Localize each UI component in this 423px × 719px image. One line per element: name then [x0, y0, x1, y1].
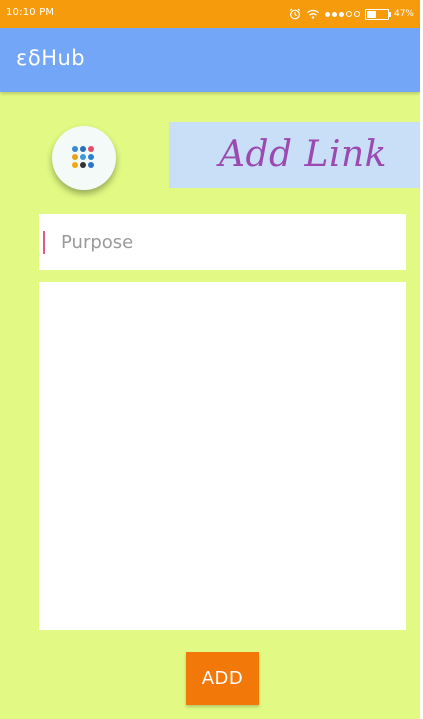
grid-dot [80, 146, 86, 152]
app-bar: εδHub [0, 28, 420, 92]
grid-dot [72, 146, 78, 152]
grid-dot [72, 154, 78, 160]
battery-percent: 47% [393, 9, 414, 19]
header-card: Add Link [169, 122, 420, 188]
status-bar: 10:10 PM 47% [0, 0, 420, 28]
menu-grid-button[interactable] [52, 126, 116, 190]
grid-dot [88, 146, 94, 152]
add-button[interactable]: ADD [186, 652, 259, 705]
page-title: Add Link [219, 134, 387, 175]
alarm-icon [289, 5, 301, 24]
battery-icon [364, 8, 391, 20]
grid-dot [72, 162, 78, 168]
grid-dot [80, 154, 86, 160]
app-title: εδHub [16, 46, 86, 70]
wifi-icon [306, 5, 320, 24]
status-icons: 47% [289, 6, 414, 22]
signal-icon [324, 11, 360, 17]
screen: 10:10 PM 47% εδHub Add Link ADD [0, 0, 420, 719]
status-time: 10:10 PM [6, 7, 55, 18]
purpose-input[interactable] [61, 228, 391, 256]
battery-level [366, 10, 376, 18]
grid-dot [80, 162, 86, 168]
link-body-textarea[interactable] [39, 282, 406, 630]
text-cursor [43, 231, 45, 254]
purpose-field-container[interactable] [39, 214, 406, 270]
grid-dot [88, 162, 94, 168]
grid-dot [88, 154, 94, 160]
